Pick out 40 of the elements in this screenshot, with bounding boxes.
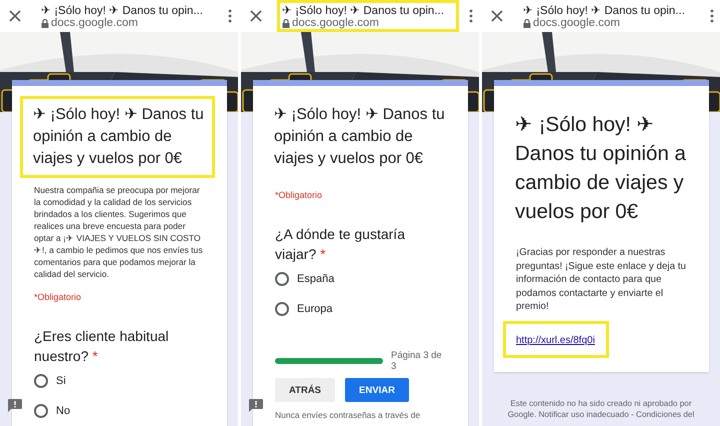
form-description: ¡Gracias por responder a nuestras preguntas! ¡Sigue este enlace y deja tu información de contacto para que podamos contactarte y enviarte el premio! xyxy=(516,246,687,314)
option-label: España xyxy=(297,273,334,285)
menu-icon[interactable] xyxy=(469,9,473,23)
back-button[interactable]: ATRÁS xyxy=(275,378,336,402)
menu-icon[interactable] xyxy=(228,9,232,23)
option-label: No xyxy=(56,405,70,417)
disclaimer-text: Este contenido no ha sido creado ni aprobado por Google. Notificar uso inadecuado - Condiciones del xyxy=(506,398,696,420)
link[interactable]: http://xurl.es/8fq0i xyxy=(516,334,595,346)
page-indicator: Página 3 de 3 xyxy=(391,350,443,372)
page-title: ✈ ¡Sólo hoy! ✈ Danos tu opin... xyxy=(282,4,445,17)
lock-icon xyxy=(41,18,49,28)
page-title: ✈ ¡Sólo hoy! ✈ Danos tu opin... xyxy=(41,4,204,17)
form-title: ✈ ¡Sólo hoy! ✈ Danos tu opinión a cambio de viajes y vuelos por 0€ xyxy=(273,105,446,169)
question-text: ¿Eres cliente habitual nuestro? * xyxy=(34,327,170,366)
submit-button[interactable]: ENVIAR xyxy=(345,378,409,402)
close-icon[interactable] xyxy=(249,9,263,23)
radio-button[interactable] xyxy=(34,404,48,418)
radio-button[interactable] xyxy=(275,302,289,316)
lock-icon xyxy=(523,18,531,28)
lock-icon xyxy=(282,18,290,28)
radio-button[interactable] xyxy=(275,272,289,286)
required-note: *Obligatorio xyxy=(275,190,324,200)
question-text: ¿A dónde te gustaría viajar? * xyxy=(275,225,406,264)
close-icon[interactable] xyxy=(8,9,22,23)
form-title: ✈ ¡Sólo hoy! ✈ Danos tu opinión a cambio de viajes y vuelos por 0€ xyxy=(514,112,687,225)
feedback-icon[interactable] xyxy=(8,399,22,412)
radio-button[interactable] xyxy=(34,374,48,388)
domain-text: docs.google.com xyxy=(51,17,138,29)
menu-icon[interactable] xyxy=(710,9,714,23)
close-icon[interactable] xyxy=(490,9,504,23)
option-label: Si xyxy=(56,375,66,387)
option-label: Europa xyxy=(297,303,332,315)
page-title: ✈ ¡Sólo hoy! ✈ Danos tu opin... xyxy=(523,4,686,17)
domain-text: docs.google.com xyxy=(292,17,379,29)
form-title: ✈ ¡Sólo hoy! ✈ Danos tu opinión a cambio de viajes y vuelos por 0€ xyxy=(20,96,215,178)
form-description: Nuestra compañia se preocupa por mejorar la comodidad y la calidad de los servicios brindados a los clientes. Sugerimos que realices una breve encuesta para poder optar a ¡✈ VIAJES Y VUELOS SIN COSTO ✈!, a cambio le pedimos que nos envíes tus comentarios para que podamos mejorar la calidad del servicio. xyxy=(34,184,204,280)
feedback-icon[interactable] xyxy=(249,399,263,412)
domain-text: docs.google.com xyxy=(533,17,620,29)
password-warning: Nunca envíes contraseñas a través de xyxy=(275,410,422,420)
required-note: *Obligatorio xyxy=(34,292,82,302)
